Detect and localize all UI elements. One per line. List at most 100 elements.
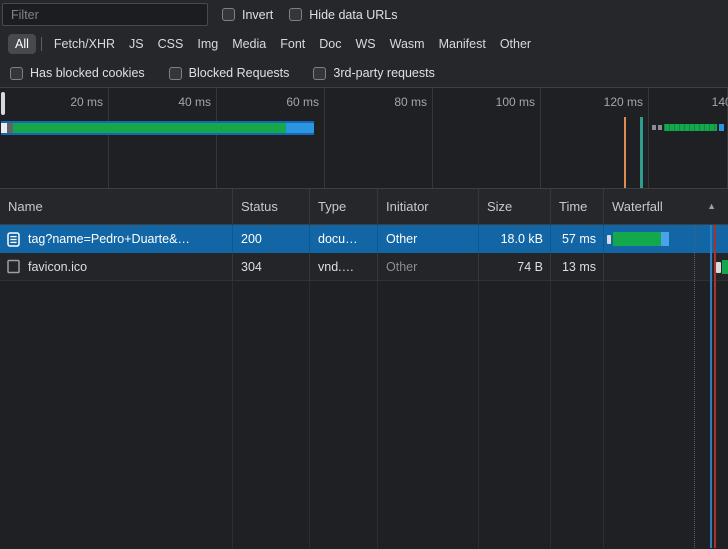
tab-other[interactable]: Other [493, 34, 538, 54]
status-cell: 200 [233, 225, 310, 253]
network-panel: Invert Hide data URLs AllFetch/XHRJSCSSI… [0, 0, 728, 549]
request-table-body: tag?name=Pedro+Duarte&… 200 docu… Other … [0, 225, 728, 548]
request-name: tag?name=Pedro+Duarte&… [28, 225, 190, 253]
empty-grid-area [0, 281, 728, 548]
tab-wasm[interactable]: Wasm [383, 34, 432, 54]
overview-favicon-dash-2 [658, 125, 662, 130]
overview-grid-line [324, 88, 325, 188]
load-event-line [714, 225, 716, 548]
waterfall-tick [716, 262, 721, 273]
overview-grid-line [216, 88, 217, 188]
has-blocked-cookies-label: Has blocked cookies [30, 66, 145, 80]
third-party-requests-checkbox[interactable] [313, 67, 326, 80]
timeline-tick-label: 40 ms [178, 95, 211, 109]
tab-manifest[interactable]: Manifest [432, 34, 493, 54]
hide-data-urls-checkbox-group[interactable]: Hide data URLs [289, 8, 397, 22]
column-header-size[interactable]: Size [479, 189, 551, 224]
tab-font[interactable]: Font [273, 34, 312, 54]
tab-ws[interactable]: WS [348, 34, 382, 54]
tab-css[interactable]: CSS [151, 34, 191, 54]
column-divider [550, 281, 551, 548]
document-icon [7, 232, 20, 247]
third-party-requests-label: 3rd-party requests [333, 66, 434, 80]
column-header-waterfall[interactable]: Waterfall ▲ [604, 189, 728, 224]
column-header-time[interactable]: Time [551, 189, 604, 224]
column-divider [232, 281, 233, 548]
name-cell: favicon.ico [0, 253, 233, 280]
time-cell: 57 ms [551, 225, 604, 253]
waterfall-bar-download [661, 232, 669, 246]
network-filter-toolbar: Invert Hide data URLs [0, 0, 728, 29]
file-icon [7, 259, 20, 274]
timeline-tick-label: 100 ms [496, 95, 535, 109]
tab-all[interactable]: All [8, 34, 36, 54]
status-cell: 304 [233, 253, 310, 280]
has-blocked-cookies-checkbox[interactable] [10, 67, 23, 80]
tab-media[interactable]: Media [225, 34, 273, 54]
request-table-header: Name Status Type Initiator Size Time Wat… [0, 189, 728, 225]
type-cell: vnd.… [310, 253, 378, 280]
hide-data-urls-label: Hide data URLs [309, 8, 397, 22]
table-row[interactable]: tag?name=Pedro+Duarte&… 200 docu… Other … [0, 225, 728, 253]
type-cell: docu… [310, 225, 378, 253]
initiator-cell: Other [378, 253, 479, 280]
blocked-requests-label: Blocked Requests [189, 66, 290, 80]
waterfall-tick [607, 235, 611, 244]
overview-grid-line [540, 88, 541, 188]
dom-content-loaded-marker [624, 117, 626, 189]
overview-request-bar-main [1, 121, 314, 135]
invert-checkbox[interactable] [222, 8, 235, 21]
dom-content-loaded-line [710, 225, 712, 548]
blocked-requests-checkbox[interactable] [169, 67, 182, 80]
extra-filters-toolbar: Has blocked cookies Blocked Requests 3rd… [0, 59, 728, 88]
hide-data-urls-checkbox[interactable] [289, 8, 302, 21]
column-header-initiator[interactable]: Initiator [378, 189, 479, 224]
tab-fetch-xhr[interactable]: Fetch/XHR [47, 34, 122, 54]
tab-img[interactable]: Img [190, 34, 225, 54]
bar-segment-waiting-green [13, 123, 286, 133]
invert-label: Invert [242, 8, 273, 22]
timeline-tick-label: 80 ms [394, 95, 427, 109]
request-name: favicon.ico [28, 253, 87, 280]
overview-grid-line [108, 88, 109, 188]
timeline-tick-label: 20 ms [70, 95, 103, 109]
timeline-tick-label: 140 ms [712, 95, 728, 109]
third-party-requests-checkbox-group[interactable]: 3rd-party requests [313, 66, 434, 80]
bar-segment-download [286, 123, 314, 133]
waterfall-header-label: Waterfall [612, 199, 663, 214]
overview-request-bar-favicon [664, 124, 717, 131]
column-header-name[interactable]: Name [0, 189, 233, 224]
invert-checkbox-group[interactable]: Invert [222, 8, 273, 22]
table-row[interactable]: favicon.ico 304 vnd.… Other 74 B 13 ms [0, 253, 728, 281]
overview-range-handle[interactable] [1, 92, 5, 115]
tab-doc[interactable]: Doc [312, 34, 348, 54]
size-cell: 18.0 kB [479, 225, 551, 253]
waterfall-bar-waiting [613, 232, 661, 246]
tab-js[interactable]: JS [122, 34, 151, 54]
timeline-overview[interactable]: 20 ms40 ms60 ms80 ms100 ms120 ms140 ms [0, 88, 728, 189]
tab-group-divider [41, 37, 42, 51]
filter-input[interactable] [2, 3, 208, 26]
load-event-marker [640, 117, 643, 189]
initiator-cell: Other [378, 225, 479, 253]
name-cell: tag?name=Pedro+Duarte&… [0, 225, 233, 253]
has-blocked-cookies-checkbox-group[interactable]: Has blocked cookies [10, 66, 145, 80]
sort-ascending-icon: ▲ [707, 189, 716, 224]
overview-favicon-download [719, 124, 724, 131]
column-header-type[interactable]: Type [310, 189, 378, 224]
column-divider [603, 281, 604, 548]
time-cell: 13 ms [551, 253, 604, 280]
overview-favicon-dash-1 [652, 125, 656, 130]
column-divider [377, 281, 378, 548]
filter-type-tabs: All Fetch/XHRJSCSSImgMediaFontDocWSWasmMa… [0, 29, 728, 59]
waterfall-grid-dotted-line [694, 225, 695, 548]
column-header-status[interactable]: Status [233, 189, 310, 224]
waterfall-bar-waiting [722, 260, 728, 274]
column-divider [478, 281, 479, 548]
blocked-requests-checkbox-group[interactable]: Blocked Requests [169, 66, 290, 80]
overview-grid-line [432, 88, 433, 188]
timeline-tick-label: 120 ms [604, 95, 643, 109]
column-divider [309, 281, 310, 548]
size-cell: 74 B [479, 253, 551, 280]
overview-grid-line [648, 88, 649, 188]
